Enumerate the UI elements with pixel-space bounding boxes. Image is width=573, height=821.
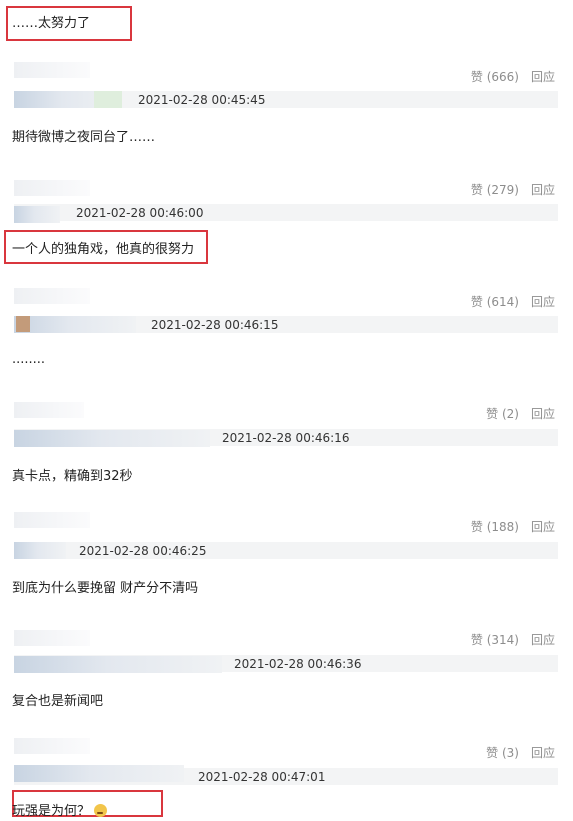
reply-button[interactable]: 回应 (531, 70, 555, 84)
like-button[interactable]: 赞 (314) (471, 633, 519, 647)
comment-timestamp: 2021-02-28 00:46:00 (76, 206, 204, 220)
blurred-username (14, 62, 90, 78)
comment-timestamp: 2021-02-28 00:47:01 (198, 770, 326, 784)
reply-button[interactable]: 回应 (531, 295, 555, 309)
comment-meta: 赞 (314) 回应 (471, 631, 555, 648)
comment-meta: 赞 (279) 回应 (471, 181, 555, 198)
comment-text: 到底为什么要挽留 财产分不清吗 (12, 581, 199, 596)
like-button[interactable]: 赞 (666) (471, 70, 519, 84)
blurred-username (14, 630, 90, 646)
blurred-username (14, 738, 90, 754)
reply-button[interactable]: 回应 (531, 407, 555, 421)
comment-timestamp: 2021-02-28 00:46:36 (234, 657, 362, 671)
reply-button[interactable]: 回应 (531, 633, 555, 647)
reply-button[interactable]: 回应 (531, 520, 555, 534)
like-button[interactable]: 赞 (614) (471, 295, 519, 309)
blurred-source (14, 542, 66, 559)
comment-text: ........ (12, 352, 46, 367)
blurred-source (14, 430, 210, 447)
comment-text-content: 玩强是为何？ (12, 804, 91, 819)
comment-timestamp: 2021-02-28 00:45:45 (138, 93, 266, 107)
comment-meta: 赞 (2) 回应 (486, 405, 555, 422)
comment-text: 复合也是新闻吧 (12, 694, 104, 709)
blurred-username (14, 512, 90, 528)
like-button[interactable]: 赞 (279) (471, 183, 519, 197)
top-comment-text: ……太努力了 (12, 16, 91, 31)
comment-timestamp: 2021-02-28 00:46:16 (222, 431, 350, 445)
comment-text: 一个人的独角戏，他真的很努力 (12, 242, 195, 257)
comment-text: 期待微博之夜同台了…… (12, 130, 156, 145)
worried-face-icon (94, 804, 108, 817)
blurred-source (14, 316, 136, 333)
comment-text: 真卡点，精确到32秒 (12, 469, 133, 484)
blurred-username (14, 180, 90, 196)
comment-meta: 赞 (188) 回应 (471, 518, 555, 535)
blurred-avatar (16, 316, 30, 332)
blurred-username (14, 288, 90, 304)
comment-text: 玩强是为何？ (12, 800, 108, 819)
comment-timestamp: 2021-02-28 00:46:15 (151, 318, 279, 332)
comment-meta: 赞 (3) 回应 (486, 744, 555, 761)
reply-button[interactable]: 回应 (531, 183, 555, 197)
blurred-username (14, 402, 84, 418)
comment-meta: 赞 (614) 回应 (471, 293, 555, 310)
blurred-source (14, 656, 222, 673)
blurred-badge (94, 91, 122, 108)
like-button[interactable]: 赞 (2) (486, 407, 519, 421)
blurred-source (14, 206, 60, 223)
like-button[interactable]: 赞 (188) (471, 520, 519, 534)
comment-meta: 赞 (666) 回应 (471, 68, 555, 85)
blurred-source (14, 765, 184, 782)
reply-button[interactable]: 回应 (531, 746, 555, 760)
like-button[interactable]: 赞 (3) (486, 746, 519, 760)
comment-timestamp: 2021-02-28 00:46:25 (79, 544, 207, 558)
